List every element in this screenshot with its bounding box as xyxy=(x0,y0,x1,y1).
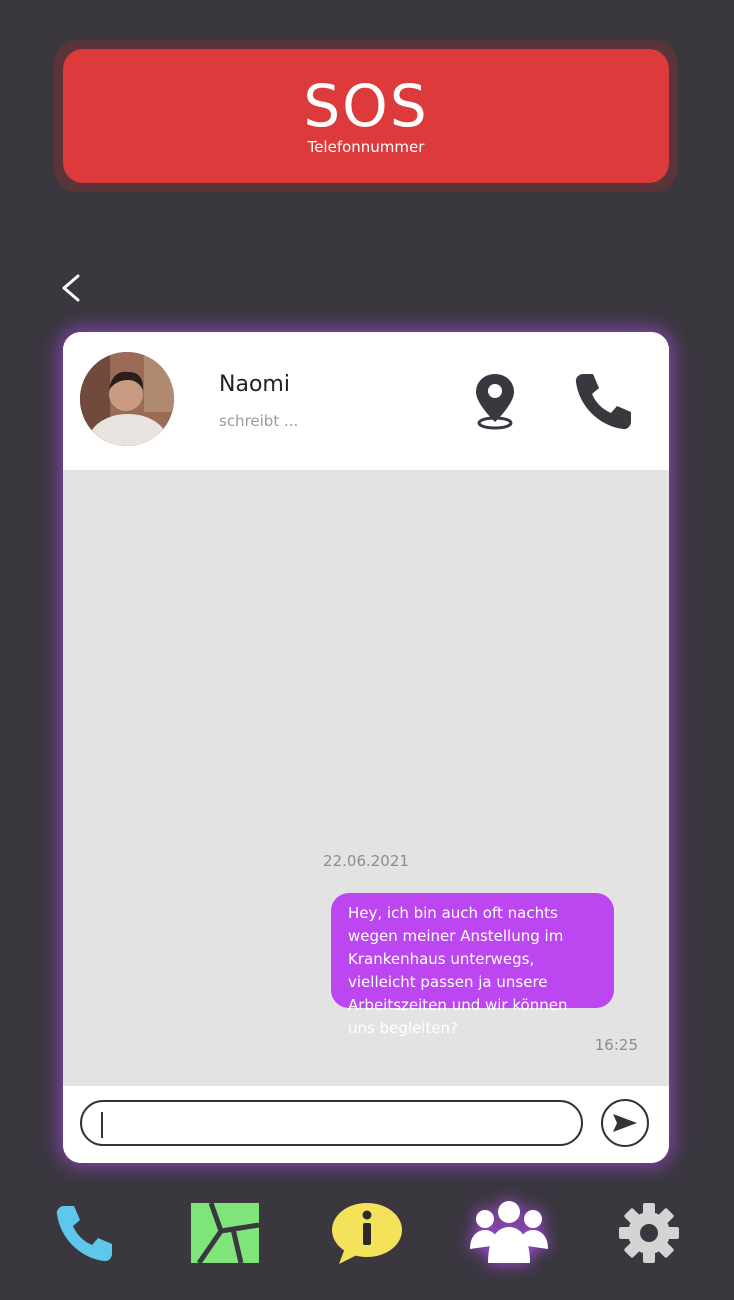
map-icon xyxy=(191,1202,260,1265)
nav-item-map[interactable] xyxy=(182,1190,268,1276)
text-caret xyxy=(101,1112,103,1138)
nav-item-info[interactable] xyxy=(324,1190,410,1276)
nav-item-group[interactable] xyxy=(466,1190,552,1276)
map-pin-icon xyxy=(476,374,514,430)
contact-status: schreibt ... xyxy=(219,412,299,430)
phone-icon xyxy=(56,1206,112,1262)
message-bubble[interactable]: Hey, ich bin auch oft nachts wegen meine… xyxy=(331,893,614,1037)
chat-card: Naomi schreibt ... 22.06.2021 Hey, ich b… xyxy=(63,332,669,1163)
nav-item-settings[interactable] xyxy=(606,1190,692,1276)
send-icon xyxy=(613,1114,637,1132)
info-icon xyxy=(332,1203,402,1264)
send-button[interactable] xyxy=(601,1099,649,1147)
message-input[interactable] xyxy=(80,1100,583,1146)
call-button[interactable] xyxy=(569,370,635,432)
chat-area: 22.06.2021 Hey, ich bin auch oft nachts … xyxy=(63,470,669,1086)
date-separator: 22.06.2021 xyxy=(323,852,409,870)
sos-title: SOS xyxy=(303,72,429,140)
sos-button[interactable]: SOS Telefonnummer xyxy=(63,49,669,183)
nav-item-call[interactable] xyxy=(40,1190,126,1276)
contact-name: Naomi xyxy=(219,372,290,397)
group-icon xyxy=(470,1201,548,1263)
input-bar xyxy=(63,1086,669,1163)
avatar[interactable] xyxy=(80,352,174,446)
chevron-left-icon xyxy=(62,274,80,302)
gear-icon xyxy=(619,1203,679,1263)
chat-header: Naomi schreibt ... xyxy=(63,332,669,470)
bottom-nav xyxy=(0,1190,734,1276)
location-button[interactable] xyxy=(471,370,519,432)
sos-subtitle: Telefonnummer xyxy=(307,138,425,156)
message-time: 16:25 xyxy=(594,1036,638,1054)
back-button[interactable] xyxy=(56,268,88,308)
phone-icon xyxy=(575,374,631,430)
